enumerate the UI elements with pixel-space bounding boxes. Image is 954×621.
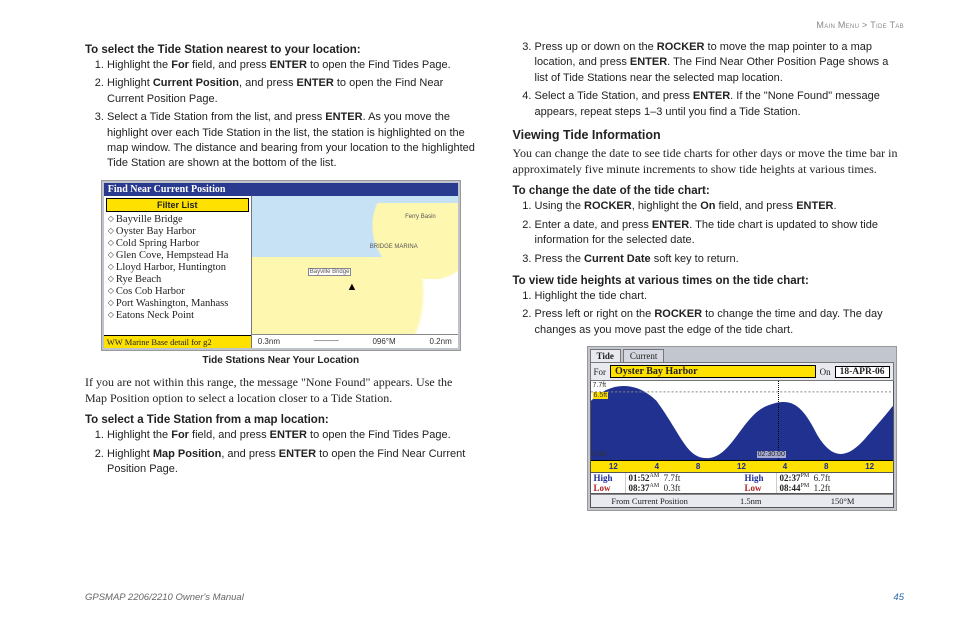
step: Using the ROCKER, highlight the On field… xyxy=(535,199,905,214)
map-label: Ferry Basin xyxy=(405,214,436,220)
list-item[interactable]: Cos Cob Harbor xyxy=(104,286,251,298)
row-label-low: Low xyxy=(591,483,625,493)
list-item[interactable]: Glen Cove, Hempstead Ha xyxy=(104,250,251,262)
list-item[interactable]: Bayville Bridge xyxy=(104,214,251,226)
steps-select-from-map: Highlight the For field, and press ENTER… xyxy=(85,428,477,477)
on-label: On xyxy=(820,367,831,377)
for-label: For xyxy=(594,367,607,377)
scale-left: 0.3nm xyxy=(258,337,280,346)
step: Press up or down on the ROCKER to move t… xyxy=(535,40,905,86)
figure-footer: From Current Position 1.5nm 150°M xyxy=(590,494,894,508)
section-viewing-tide-info: Viewing Tide Information xyxy=(513,128,905,142)
steps-change-date: Using the ROCKER, highlight the On field… xyxy=(513,199,905,267)
step: Select a Tide Station, and press ENTER. … xyxy=(535,89,905,120)
bearing: 096°M xyxy=(372,337,395,346)
tab-tide[interactable]: Tide xyxy=(590,349,621,362)
scale-right: 0.2nm xyxy=(430,337,452,346)
x-axis: 12 4 8 12 4 8 12 xyxy=(591,460,893,472)
figure-title: Find Near Current Position xyxy=(104,183,458,196)
heading-select-nearest: To select the Tide Station nearest to yo… xyxy=(85,44,477,56)
on-field[interactable]: 18-APR-06 xyxy=(835,366,890,378)
paragraph: If you are not within this range, the me… xyxy=(85,374,477,406)
footer-product: GPSMAP 2206/2210 Owner's Manual xyxy=(85,592,244,603)
figure-tide-chart: Tide Current For Oyster Bay Harbor On 18… xyxy=(587,346,897,511)
breadcrumb: Main Menu > Tide Tab xyxy=(85,20,904,30)
list-item[interactable]: Rye Beach xyxy=(104,274,251,286)
step: Select a Tide Station from the list, and… xyxy=(107,110,477,172)
tide-chart-plot[interactable]: 7.7ft 6.5ft 0.3ft 02:30:00 12 4 8 12 4 8… xyxy=(590,381,894,473)
y-peak-label: 6.5ft xyxy=(593,392,609,399)
list-item[interactable]: Lloyd Harbor, Huntington xyxy=(104,262,251,274)
heading-change-date: To change the date of the tide chart: xyxy=(513,185,905,197)
step: Press the Current Date soft key to retur… xyxy=(535,252,905,267)
tide-station-list: Filter List Bayville Bridge Oyster Bay H… xyxy=(104,196,252,348)
for-field[interactable]: Oyster Bay Harbor xyxy=(610,365,816,378)
row-label-high: High xyxy=(591,473,625,483)
cursor-time-label: 02:30:00 xyxy=(757,451,786,458)
list-item[interactable]: Eatons Neck Point xyxy=(104,310,251,322)
map-label: Bayville Bridge xyxy=(308,268,352,276)
time-cursor[interactable] xyxy=(778,381,779,460)
page-number: 45 xyxy=(893,592,904,603)
figure-caption: Tide Stations Near Your Location xyxy=(85,355,477,366)
heading-view-heights: To view tide heights at various times on… xyxy=(513,275,905,287)
step: Press left or right on the ROCKER to cha… xyxy=(535,307,905,338)
list-item[interactable]: Oyster Bay Harbor xyxy=(104,226,251,238)
heading-select-from-map: To select a Tide Station from a map loca… xyxy=(85,414,477,426)
step: Highlight Map Position, and press ENTER … xyxy=(107,447,477,478)
step: Highlight the For field, and press ENTER… xyxy=(107,58,477,73)
step: Highlight the tide chart. xyxy=(535,289,905,304)
figure-find-near-current-position: Find Near Current Position Filter List B… xyxy=(101,180,461,351)
map-label: BRIDGE MARINA xyxy=(370,244,418,250)
steps-select-from-map-cont: Press up or down on the ROCKER to move t… xyxy=(513,40,905,120)
left-column: To select the Tide Station nearest to yo… xyxy=(85,38,477,511)
boat-icon: ▲ xyxy=(347,281,358,293)
tab-current[interactable]: Current xyxy=(623,349,665,362)
filter-list-button[interactable]: Filter List xyxy=(106,198,249,212)
steps-view-heights: Highlight the tide chart. Press left or … xyxy=(513,289,905,338)
mini-map[interactable]: Ferry Basin BRIDGE MARINA Bayville Bridg… xyxy=(252,196,458,348)
row-label-low: Low xyxy=(742,483,776,493)
step: Enter a date, and press ENTER. The tide … xyxy=(535,218,905,249)
list-footer: WW Marine Base detail for g2 xyxy=(104,335,251,348)
list-item[interactable]: Cold Spring Harbor xyxy=(104,238,251,250)
list-item[interactable]: Port Washington, Manhass xyxy=(104,298,251,310)
row-label-high: High xyxy=(742,473,776,483)
high-low-table: High 01:52AM 7.7ft High 02:37PM 6.7ft Lo… xyxy=(590,473,894,494)
y-tick: 0.3ft xyxy=(593,451,607,458)
right-column: Press up or down on the ROCKER to move t… xyxy=(513,38,905,511)
y-tick: 7.7ft xyxy=(593,382,607,389)
step: Highlight Current Position, and press EN… xyxy=(107,76,477,107)
steps-select-nearest: Highlight the For field, and press ENTER… xyxy=(85,58,477,172)
step: Highlight the For field, and press ENTER… xyxy=(107,428,477,443)
paragraph: You can change the date to see tide char… xyxy=(513,145,905,177)
